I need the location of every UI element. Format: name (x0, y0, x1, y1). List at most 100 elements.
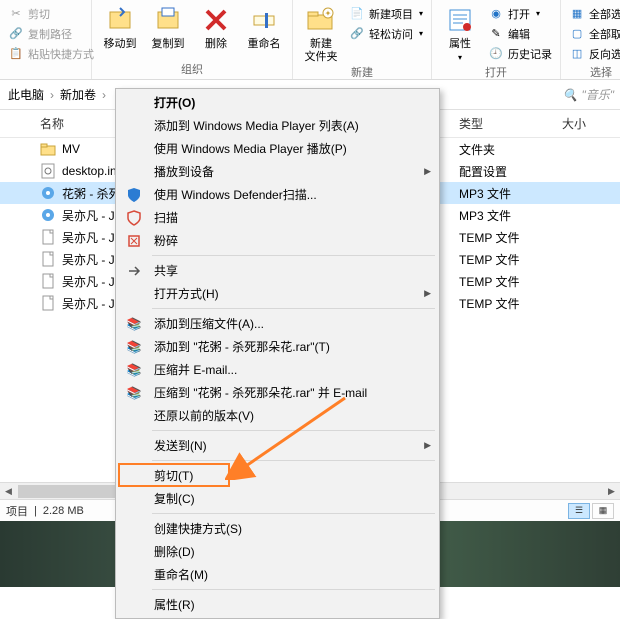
view-details-button[interactable]: ☰ (568, 503, 590, 519)
properties-label: 属性 (449, 38, 471, 50)
open-group-label: 打开 (436, 64, 556, 82)
cm-add-archive[interactable]: 📚添加到压缩文件(A)... (118, 312, 437, 335)
context-menu: 打开(O) 添加到 Windows Media Player 列表(A) 使用 … (115, 88, 440, 619)
new-item-icon: 📄 (349, 6, 365, 22)
new-folder-button[interactable]: ✦ 新建 文件夹 (297, 2, 345, 66)
view-icons-button[interactable]: ▦ (592, 503, 614, 519)
cut-button[interactable]: ✂剪切 (6, 4, 96, 23)
cm-delete[interactable]: 删除(D) (118, 540, 437, 563)
separator (152, 308, 435, 309)
file-type-icon (40, 141, 56, 157)
file-type-icon (40, 273, 56, 289)
file-type-icon (40, 295, 56, 311)
rar-icon: 📚 (124, 314, 144, 334)
cm-rename[interactable]: 重命名(M) (118, 563, 437, 586)
copy-path-button[interactable]: 🔗复制路径 (6, 24, 96, 43)
rar-icon: 📚 (124, 383, 144, 403)
cm-add-wmp[interactable]: 添加到 Windows Media Player 列表(A) (118, 114, 437, 137)
cm-share[interactable]: 共享 (118, 259, 437, 282)
status-size: 2.28 MB (43, 505, 84, 517)
cm-compress-email[interactable]: 📚压缩并 E-mail... (118, 358, 437, 381)
cm-defender[interactable]: 使用 Windows Defender扫描... (118, 183, 437, 206)
copy-to-button[interactable]: 复制到 (144, 2, 192, 53)
cm-cast[interactable]: 播放到设备▶ (118, 160, 437, 183)
rename-button[interactable]: 重命名 (240, 2, 288, 53)
new-item-label: 新建项目 (369, 6, 413, 22)
cm-open[interactable]: 打开(O) (118, 91, 437, 114)
scroll-left-icon[interactable]: ◀ (0, 483, 17, 500)
file-type-cell: MP3 文件 (445, 204, 620, 226)
move-to-button[interactable]: 移动到 (96, 2, 144, 53)
rar-icon: 📚 (124, 360, 144, 380)
shield-scan-icon (124, 208, 144, 228)
history-button[interactable]: 🕘历史记录 (486, 44, 554, 63)
status-selection: 项目 (6, 503, 28, 519)
paste-shortcut-icon: 📋 (8, 46, 24, 62)
cm-play-wmp[interactable]: 使用 Windows Media Player 播放(P) (118, 137, 437, 160)
breadcrumb-volume[interactable]: 新加卷 (58, 86, 98, 103)
new-folder-icon: ✦ (305, 4, 337, 36)
cm-cut[interactable]: 剪切(T) (118, 464, 437, 487)
file-type-icon (40, 229, 56, 245)
invert-selection-button[interactable]: ◫反向选择 (567, 44, 620, 63)
breadcrumb-pc[interactable]: 此电脑 (6, 86, 46, 103)
column-type[interactable]: 类型 (445, 115, 560, 132)
history-icon: 🕘 (488, 46, 504, 62)
properties-button[interactable]: 属性▾ (436, 2, 484, 66)
copy-to-label: 复制到 (152, 38, 185, 51)
scroll-right-icon[interactable]: ▶ (603, 483, 620, 500)
path-icon: 🔗 (8, 26, 24, 42)
cm-copy[interactable]: 复制(C) (118, 487, 437, 510)
rename-icon (248, 4, 280, 36)
open-icon: ◉ (488, 6, 504, 22)
separator (152, 589, 435, 590)
paste-shortcut-label: 粘贴快捷方式 (28, 46, 94, 62)
file-name-label: desktop.ini (62, 164, 119, 178)
share-icon (124, 261, 144, 281)
ribbon-group-organize: 移动到 复制到 删除 重命名 组织 (92, 0, 293, 79)
cm-add-to-rar[interactable]: 📚添加到 "花粥 - 杀死那朵花.rar"(T) (118, 335, 437, 358)
separator (152, 513, 435, 514)
rar-icon: 📚 (124, 337, 144, 357)
column-size[interactable]: 大小 (560, 115, 620, 132)
invert-icon: ◫ (569, 46, 585, 62)
separator (152, 430, 435, 431)
file-type-icon (40, 163, 56, 179)
rename-label: 重命名 (248, 38, 281, 51)
ribbon-group-open: 属性▾ ◉打开▾ ✎编辑 🕘历史记录 打开 (432, 0, 561, 79)
ribbon: ✂剪切 🔗复制路径 📋粘贴快捷方式 移动到 复制到 删除 重命名 (0, 0, 620, 80)
delete-button[interactable]: 删除 (192, 2, 240, 53)
select-all-button[interactable]: ▦全部选择 (567, 4, 620, 23)
cm-open-with[interactable]: 打开方式(H)▶ (118, 282, 437, 305)
properties-icon (444, 4, 476, 36)
shred-icon (124, 231, 144, 251)
cm-create-shortcut[interactable]: 创建快捷方式(S) (118, 517, 437, 540)
move-to-label: 移动到 (104, 38, 137, 51)
select-group-label: 选择 (565, 64, 620, 82)
copy-to-icon (152, 4, 184, 36)
new-item-button[interactable]: 📄新建项目▾ (347, 4, 425, 23)
chevron-right-icon: ▶ (424, 166, 431, 177)
file-type-cell: TEMP 文件 (445, 292, 620, 314)
paste-shortcut-button[interactable]: 📋粘贴快捷方式 (6, 44, 96, 63)
search-box[interactable]: 🔍 "音乐" (563, 86, 614, 103)
file-type-icon (40, 251, 56, 267)
delete-x-icon (200, 4, 232, 36)
cm-compress-rar-email[interactable]: 📚压缩到 "花粥 - 杀死那朵花.rar" 并 E-mail (118, 381, 437, 404)
file-type-cell: MP3 文件 (445, 182, 620, 204)
separator (152, 255, 435, 256)
cm-properties[interactable]: 属性(R) (118, 593, 437, 616)
file-type-cell: 配置设置 (445, 160, 620, 182)
cm-scan[interactable]: 扫描 (118, 206, 437, 229)
edit-button[interactable]: ✎编辑 (486, 24, 554, 43)
open-button[interactable]: ◉打开▾ (486, 4, 554, 23)
easy-access-button[interactable]: 🔗轻松访问▾ (347, 24, 425, 43)
select-none-button[interactable]: ▢全部取消 (567, 24, 620, 43)
organize-group-label: 组织 (96, 61, 288, 79)
select-none-label: 全部取消 (589, 26, 620, 42)
cm-send-to[interactable]: 发送到(N)▶ (118, 434, 437, 457)
cm-shred[interactable]: 粉碎 (118, 229, 437, 252)
cm-previous-versions[interactable]: 还原以前的版本(V) (118, 404, 437, 427)
chevron-right-icon: › (98, 88, 110, 102)
open-label: 打开 (508, 6, 530, 22)
